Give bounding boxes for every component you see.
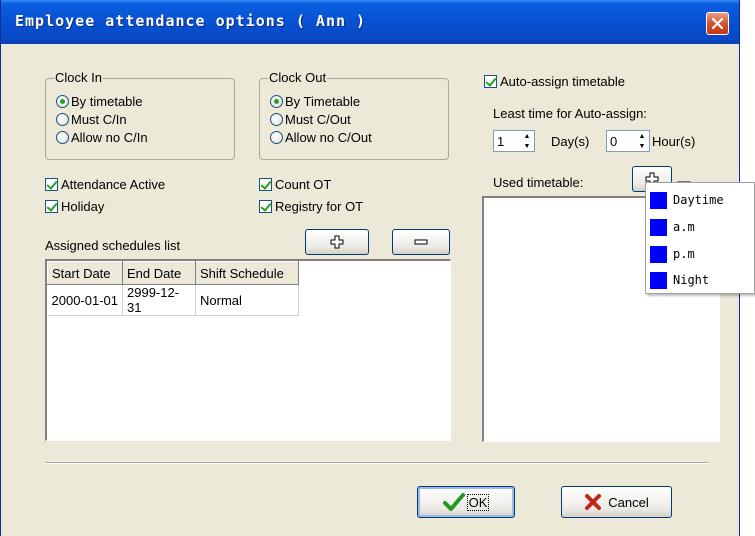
spin-arrows[interactable]: ▲ ▼ — [635, 131, 649, 151]
clock-in-option-allow-no[interactable]: Allow no C/In — [56, 128, 148, 146]
table-header-row: Start Date End Date Shift Schedule — [47, 261, 299, 285]
dropdown-item-pm[interactable]: p.m — [650, 244, 695, 264]
table-row[interactable]: 2000-01-01 2999-12-31 Normal — [47, 284, 299, 316]
radio-button[interactable] — [270, 112, 283, 126]
checkbox[interactable] — [45, 199, 58, 213]
checkbox[interactable] — [45, 177, 58, 191]
radio-label: Allow no C/Out — [285, 129, 372, 145]
checkbox[interactable] — [484, 74, 497, 88]
dropdown-item-label: Night — [673, 273, 710, 287]
spin-down-icon[interactable]: ▼ — [635, 141, 649, 151]
plus-icon — [330, 235, 344, 249]
dialog-window: Employee attendance options ( Ann ) Cloc… — [0, 0, 740, 536]
spin-down-icon[interactable]: ▼ — [520, 141, 534, 151]
clock-in-option-by-timetable[interactable]: By timetable — [56, 92, 143, 110]
window-title: Employee attendance options ( Ann ) — [15, 12, 367, 30]
cancel-x-icon — [585, 494, 602, 510]
dropdown-item-am[interactable]: a.m — [650, 217, 695, 237]
column-header-start-date[interactable]: Start Date — [47, 261, 123, 285]
cancel-label: Cancel — [608, 494, 649, 510]
auto-assign-checkbox[interactable]: Auto-assign timetable — [484, 72, 625, 90]
column-header-end-date[interactable]: End Date — [122, 261, 196, 285]
radio-button[interactable] — [56, 112, 69, 126]
cell-shift-schedule: Normal — [195, 284, 299, 316]
least-time-label: Least time for Auto-assign: — [493, 106, 647, 121]
radio-button[interactable] — [270, 130, 283, 144]
radio-label: Must C/In — [71, 111, 127, 127]
spin-arrows[interactable]: ▲ ▼ — [520, 131, 534, 151]
schedules-table-panel[interactable]: Start Date End Date Shift Schedule 2000-… — [45, 259, 451, 441]
checkbox-label: Count OT — [275, 176, 332, 192]
used-timetable-label: Used timetable: — [493, 175, 584, 190]
column-header-shift-schedule[interactable]: Shift Schedule — [195, 261, 299, 285]
cell-end-date: 2999-12-31 — [122, 284, 196, 316]
timetable-swatch — [650, 271, 667, 289]
spin-up-icon[interactable]: ▲ — [635, 131, 649, 141]
timetable-swatch — [650, 218, 667, 236]
clock-out-option-must[interactable]: Must C/Out — [270, 110, 351, 128]
dropdown-item-label: a.m — [673, 220, 695, 234]
dropdown-item-night[interactable]: Night — [650, 270, 709, 290]
hours-spinner[interactable]: 0 ▲ ▼ — [606, 130, 650, 152]
checkbox-label: Attendance Active — [61, 176, 166, 192]
clock-out-group: Clock Out By Timetable Must C/Out Allow … — [259, 70, 449, 160]
clock-out-option-allow-no[interactable]: Allow no C/Out — [270, 128, 372, 146]
days-unit-label: Day(s) — [551, 134, 590, 149]
dropdown-item-label: Daytime — [673, 193, 724, 207]
clock-out-label: Clock Out — [268, 70, 328, 86]
title-bar[interactable]: Employee attendance options ( Ann ) — [1, 0, 739, 44]
radio-button[interactable] — [270, 94, 283, 108]
checkbox-label: Registry for OT — [275, 198, 364, 214]
ok-label: OK — [466, 493, 490, 511]
spin-up-icon[interactable]: ▲ — [520, 131, 534, 141]
checkbox[interactable] — [259, 177, 272, 191]
cell-start-date: 2000-01-01 — [47, 284, 123, 316]
minus-icon — [414, 239, 428, 245]
schedules-table: Start Date End Date Shift Schedule 2000-… — [47, 261, 299, 316]
days-value[interactable]: 1 — [494, 134, 520, 149]
close-button[interactable] — [706, 12, 729, 35]
cancel-button[interactable]: Cancel — [561, 486, 672, 518]
checkbox[interactable] — [259, 199, 272, 213]
radio-label: Must C/Out — [285, 111, 351, 127]
add-schedule-button[interactable] — [305, 229, 369, 255]
attendance-active-checkbox[interactable]: Attendance Active — [45, 175, 165, 193]
divider — [45, 462, 709, 464]
clock-in-label: Clock In — [54, 70, 103, 86]
dropdown-item-label: p.m — [673, 247, 695, 261]
remove-schedule-button[interactable] — [392, 229, 450, 255]
radio-label: By Timetable — [285, 93, 361, 109]
days-spinner[interactable]: 1 ▲ ▼ — [493, 130, 535, 152]
checkbox-label: Holiday — [61, 198, 105, 214]
radio-button[interactable] — [56, 130, 69, 144]
close-icon — [711, 17, 724, 30]
hours-value[interactable]: 0 — [607, 134, 635, 149]
registry-ot-checkbox[interactable]: Registry for OT — [259, 197, 363, 215]
hours-unit-label: Hour(s) — [652, 134, 696, 149]
checkmark-icon — [442, 493, 465, 511]
timetable-swatch — [650, 191, 667, 209]
timetable-dropdown[interactable]: Daytime a.m p.m Night — [645, 182, 755, 294]
clock-out-option-by-timetable[interactable]: By Timetable — [270, 92, 360, 110]
dropdown-item-daytime[interactable]: Daytime — [650, 190, 724, 210]
clock-in-option-must[interactable]: Must C/In — [56, 110, 127, 128]
count-ot-checkbox[interactable]: Count OT — [259, 175, 331, 193]
radio-label: Allow no C/In — [71, 129, 148, 145]
schedules-label: Assigned schedules list — [45, 238, 181, 253]
ok-button[interactable]: OK — [417, 486, 515, 518]
radio-button[interactable] — [56, 94, 69, 108]
radio-label: By timetable — [71, 93, 143, 109]
holiday-checkbox[interactable]: Holiday — [45, 197, 104, 215]
checkbox-label: Auto-assign timetable — [500, 73, 626, 89]
clock-in-group: Clock In By timetable Must C/In Allow no… — [45, 70, 235, 160]
timetable-swatch — [650, 245, 667, 263]
